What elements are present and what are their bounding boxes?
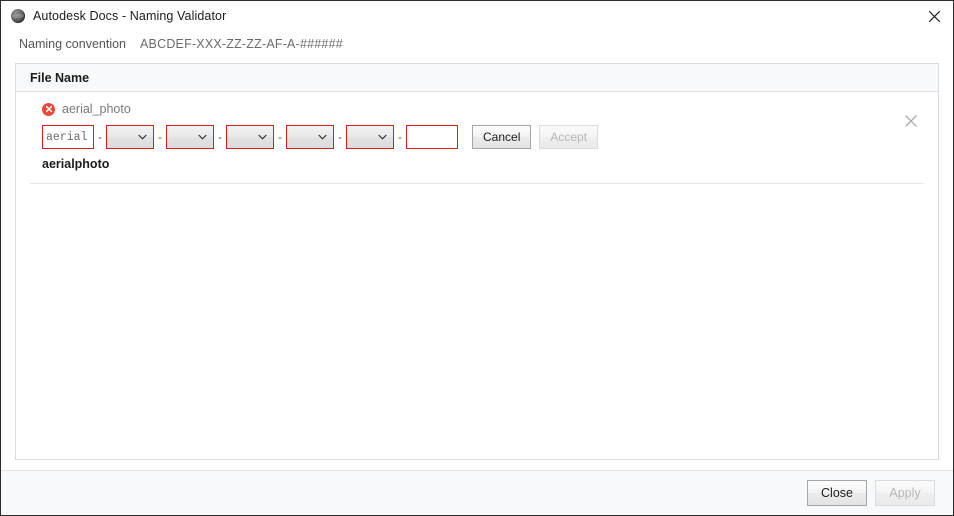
name-segments-row: - - -: [16, 124, 938, 150]
file-entry-header: aerial_photo: [16, 100, 938, 118]
resolved-file-name: aerialphoto: [42, 157, 110, 171]
segment-separator: -: [278, 130, 282, 144]
error-icon: [42, 102, 55, 116]
chevron-down-icon: [378, 134, 387, 140]
segment-5-select[interactable]: [286, 125, 334, 149]
panel-wrapper: File Name aerial_photo -: [1, 57, 953, 470]
footer-bar: Close Apply: [1, 470, 953, 515]
segment-3-select[interactable]: [166, 125, 214, 149]
file-name-label: aerial_photo: [62, 102, 131, 116]
naming-convention-row: Naming convention ABCDEF-XXX-ZZ-ZZ-AF-A-…: [1, 31, 953, 57]
segment-separator: -: [338, 130, 342, 144]
segment-7-input[interactable]: [406, 125, 458, 149]
title-bar: Autodesk Docs - Naming Validator: [1, 1, 953, 31]
segment-2-select[interactable]: [106, 125, 154, 149]
autodesk-globe-icon: [11, 9, 25, 23]
close-button[interactable]: Close: [807, 480, 867, 506]
naming-validator-window: Autodesk Docs - Naming Validator Naming …: [0, 0, 954, 516]
cancel-button[interactable]: Cancel: [472, 125, 532, 149]
accept-button[interactable]: Accept: [539, 125, 599, 149]
panel-header-title: File Name: [30, 70, 90, 85]
file-name-panel: File Name aerial_photo -: [15, 63, 939, 460]
segment-separator: -: [218, 130, 222, 144]
apply-button[interactable]: Apply: [875, 480, 935, 506]
window-title: Autodesk Docs - Naming Validator: [33, 9, 227, 23]
segment-1-input[interactable]: [42, 125, 94, 149]
segment-separator: -: [98, 130, 102, 144]
panel-body: aerial_photo - -: [16, 92, 938, 459]
chevron-down-icon: [138, 134, 147, 140]
file-entry-row: aerial_photo - -: [16, 92, 938, 184]
entry-divider: [30, 183, 924, 184]
panel-header: File Name: [16, 64, 938, 92]
chevron-down-icon: [198, 134, 207, 140]
chevron-down-icon: [258, 134, 267, 140]
segment-separator: -: [158, 130, 162, 144]
naming-convention-label: Naming convention: [19, 37, 127, 51]
segment-4-select[interactable]: [226, 125, 274, 149]
dismiss-entry-button[interactable]: [900, 110, 922, 132]
segment-6-select[interactable]: [346, 125, 394, 149]
segment-separator: -: [398, 130, 402, 144]
naming-convention-value: ABCDEF-XXX-ZZ-ZZ-AF-A-######: [140, 37, 343, 51]
window-close-button[interactable]: [915, 1, 953, 31]
chevron-down-icon: [318, 134, 327, 140]
